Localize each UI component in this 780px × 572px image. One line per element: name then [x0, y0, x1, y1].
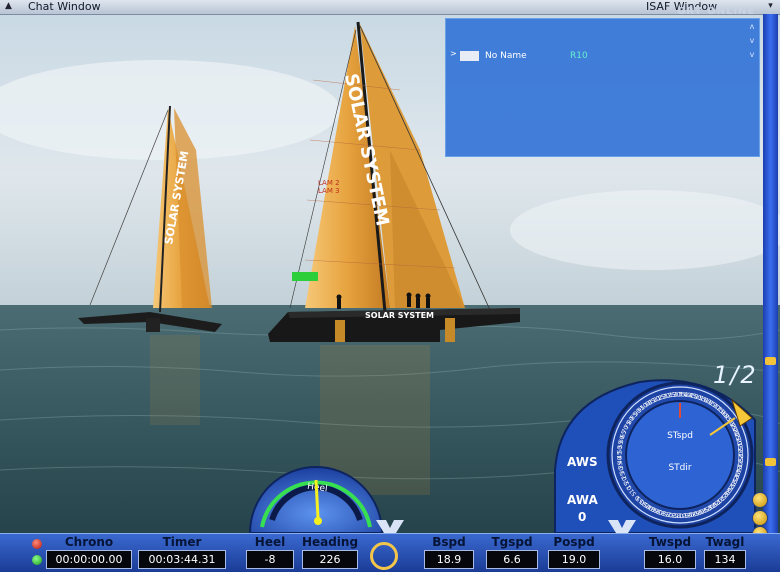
row-pointer-icon: >: [450, 49, 457, 58]
tgspd-field: Tgspd 6.6: [484, 534, 540, 572]
isaf-row[interactable]: > No Name R10: [446, 49, 746, 63]
flag-icon: [460, 51, 479, 61]
close-icon[interactable]: ▾: [765, 1, 776, 12]
bspd-value: 18.9: [424, 550, 474, 569]
hull-brand: SOLAR SYSTEM: [365, 311, 434, 320]
timer-field: Timer 00:03:44.31: [136, 534, 228, 572]
awa-label: AWA: [567, 493, 598, 507]
scroll-thumb[interactable]: [765, 357, 776, 365]
tgspd-value: 6.6: [486, 550, 538, 569]
title-bar: Chat Window ISAF Window ▲ ▾: [0, 0, 780, 15]
twspd-label: Twspd: [648, 535, 692, 549]
pospd-value: 19.0: [548, 550, 600, 569]
view-button-1[interactable]: [752, 492, 768, 508]
twa-value: 134: [704, 550, 746, 569]
helm-wheel-icon[interactable]: [370, 542, 398, 570]
pospd-label: Pospd: [553, 535, 595, 549]
scroll-thumb-lower[interactable]: [765, 458, 776, 466]
timer-label: Timer: [162, 535, 202, 549]
view-button-2[interactable]: [752, 510, 768, 526]
twa-field: Twagl 134: [702, 534, 748, 572]
chrono-value: 00:00:00.00: [46, 550, 132, 569]
compass-stspd: STspd: [667, 431, 693, 441]
awa-value: 0: [578, 510, 587, 524]
sail-mark-1: LAM 2: [318, 179, 340, 187]
heel-field: Heel -8: [244, 534, 296, 572]
watermark: GRY ONLINE: [677, 6, 756, 17]
scroll-down-icon[interactable]: v: [747, 50, 757, 59]
chrono-label: Chrono: [64, 535, 114, 549]
heading-field: Heading 226: [300, 534, 360, 572]
green-status-icon: [32, 555, 42, 565]
instrument-bar: Chrono 00:00:00.00 Timer 00:03:44.31 Hee…: [0, 533, 780, 572]
scroll-up-small-icon[interactable]: v: [747, 36, 757, 45]
heading-value: 226: [302, 550, 358, 569]
chat-window-title[interactable]: Chat Window: [28, 0, 101, 14]
twa-label: Twagl: [705, 535, 745, 549]
isaf-row-name: No Name: [485, 51, 527, 61]
twspd-value: 16.0: [644, 550, 696, 569]
timer-value: 00:03:44.31: [138, 550, 226, 569]
isaf-window: > No Name R10 ʌ v v: [445, 18, 760, 157]
menu-icon[interactable]: ▲: [3, 1, 14, 12]
race-position: 1/2: [713, 361, 758, 389]
isaf-row-sail: R10: [570, 51, 588, 61]
sail-mark-2: LAM 3: [318, 187, 340, 195]
tgspd-label: Tgspd: [491, 535, 533, 549]
heel-value: -8: [246, 550, 294, 569]
bspd-field: Bspd 18.9: [422, 534, 476, 572]
bspd-label: Bspd: [432, 535, 466, 549]
heading-label: Heading: [301, 535, 359, 549]
pospd-field: Pospd 19.0: [546, 534, 602, 572]
vertical-scrollbar[interactable]: [763, 14, 778, 534]
heel-label: Heel: [254, 535, 286, 549]
red-status-icon: [32, 539, 42, 549]
green-marker: [292, 272, 318, 281]
aws-label: AWS: [567, 455, 598, 469]
scroll-up-icon[interactable]: ʌ: [747, 22, 757, 31]
compass-stdir: STdir: [668, 463, 691, 473]
chrono-field: Chrono 00:00:00.00: [44, 534, 134, 572]
twspd-field: Twspd 16.0: [642, 534, 698, 572]
